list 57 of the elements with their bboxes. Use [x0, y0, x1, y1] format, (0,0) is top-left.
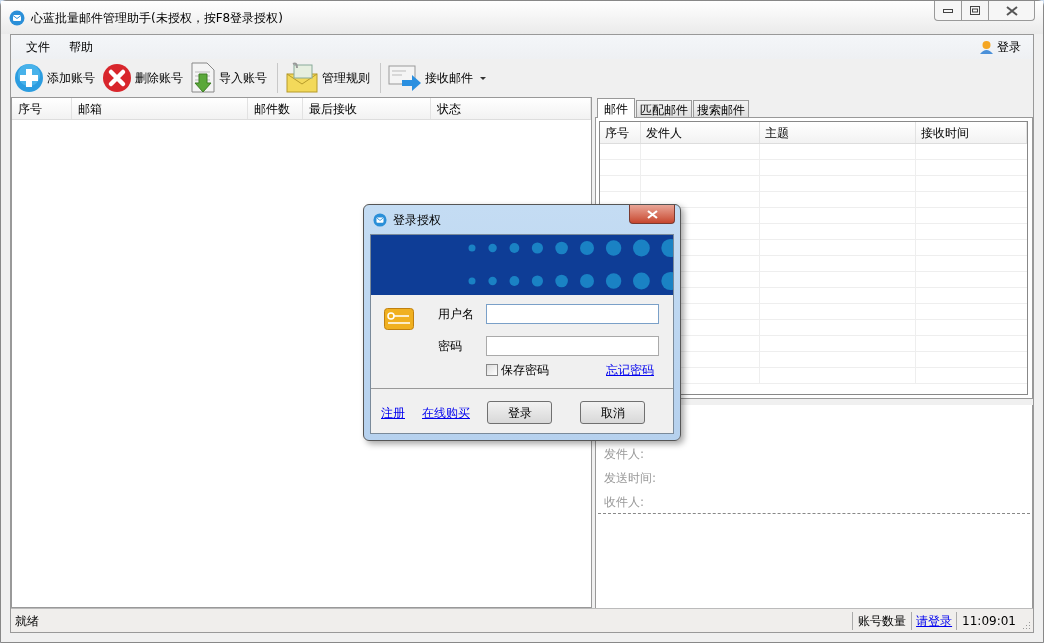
toolbar-button[interactable]: 导入账号 — [189, 61, 268, 95]
document-download-icon — [190, 62, 216, 94]
minimize-icon — [943, 8, 953, 13]
detail-label: 发送时间: — [604, 470, 658, 487]
mail-app-icon — [373, 212, 387, 227]
close-icon — [646, 209, 658, 219]
password-label: 密码 — [438, 338, 463, 355]
minimize-button[interactable] — [934, 1, 962, 21]
dialog-button[interactable]: 登录 — [487, 401, 552, 424]
account-count-label: 账号数量 — [852, 611, 912, 630]
column-header[interactable]: 发件人 — [641, 122, 760, 143]
login-link[interactable]: 登录 — [979, 38, 1021, 56]
column-header[interactable]: 最后接收 — [303, 98, 431, 119]
dialog-title: 登录授权 — [393, 211, 441, 229]
column-header[interactable]: 接收时间 — [916, 122, 1027, 143]
column-header[interactable]: 邮件数 — [248, 98, 303, 119]
menu-item[interactable]: 帮助 — [62, 36, 100, 58]
username-label: 用户名 — [438, 306, 475, 323]
toolbar-button[interactable]: 添加账号 — [13, 61, 96, 95]
password-field[interactable] — [486, 336, 659, 356]
column-header[interactable]: 邮箱 — [72, 98, 248, 119]
key-card-icon — [384, 308, 414, 330]
clock: 11:09:01 — [956, 611, 1021, 630]
remember-checkbox[interactable]: 保存密码 — [486, 361, 549, 379]
register-link[interactable]: 注册 — [381, 403, 405, 422]
forgot-password-link[interactable]: 忘记密码 — [606, 361, 654, 379]
column-header[interactable]: 序号 — [12, 98, 72, 119]
close-icon — [1005, 5, 1018, 16]
column-header[interactable]: 主题 — [760, 122, 916, 143]
login-link[interactable]: 请登录 — [911, 611, 957, 630]
detail-label: 收件人: — [604, 494, 646, 511]
toolbar-button[interactable]: 管理规则 — [284, 61, 371, 95]
close-button[interactable] — [989, 1, 1035, 21]
close-icon — [102, 63, 132, 93]
column-header[interactable]: 状态 — [431, 98, 591, 119]
envelope-icon — [285, 62, 319, 94]
dialog-button[interactable]: 取消 — [580, 401, 645, 424]
status-text: 就绪 — [14, 612, 40, 630]
window-title: 心蓝批量邮件管理助手(未授权，按F8登录授权) — [31, 9, 283, 27]
resize-grip-icon — [1021, 620, 1031, 630]
tab[interactable]: 匹配邮件 — [636, 100, 692, 117]
mail-arrow-icon — [388, 62, 422, 94]
tab[interactable]: 邮件 — [597, 98, 635, 118]
restore-icon — [970, 6, 980, 15]
menu-item[interactable]: 文件 — [19, 36, 57, 58]
maximize-button[interactable] — [962, 1, 989, 21]
username-field[interactable] — [486, 304, 659, 324]
toolbar-button[interactable]: 接收邮件 — [387, 61, 487, 95]
mail-app-icon — [9, 9, 25, 26]
column-header[interactable]: 序号 — [600, 122, 641, 143]
tab[interactable]: 搜索邮件 — [693, 100, 749, 117]
user-icon — [979, 39, 994, 55]
buy-online-link[interactable]: 在线购买 — [422, 403, 470, 422]
close-button[interactable] — [629, 205, 675, 224]
toolbar-button[interactable]: 删除账号 — [101, 61, 184, 95]
plus-icon — [14, 63, 44, 93]
detail-label: 发件人: — [604, 446, 646, 463]
